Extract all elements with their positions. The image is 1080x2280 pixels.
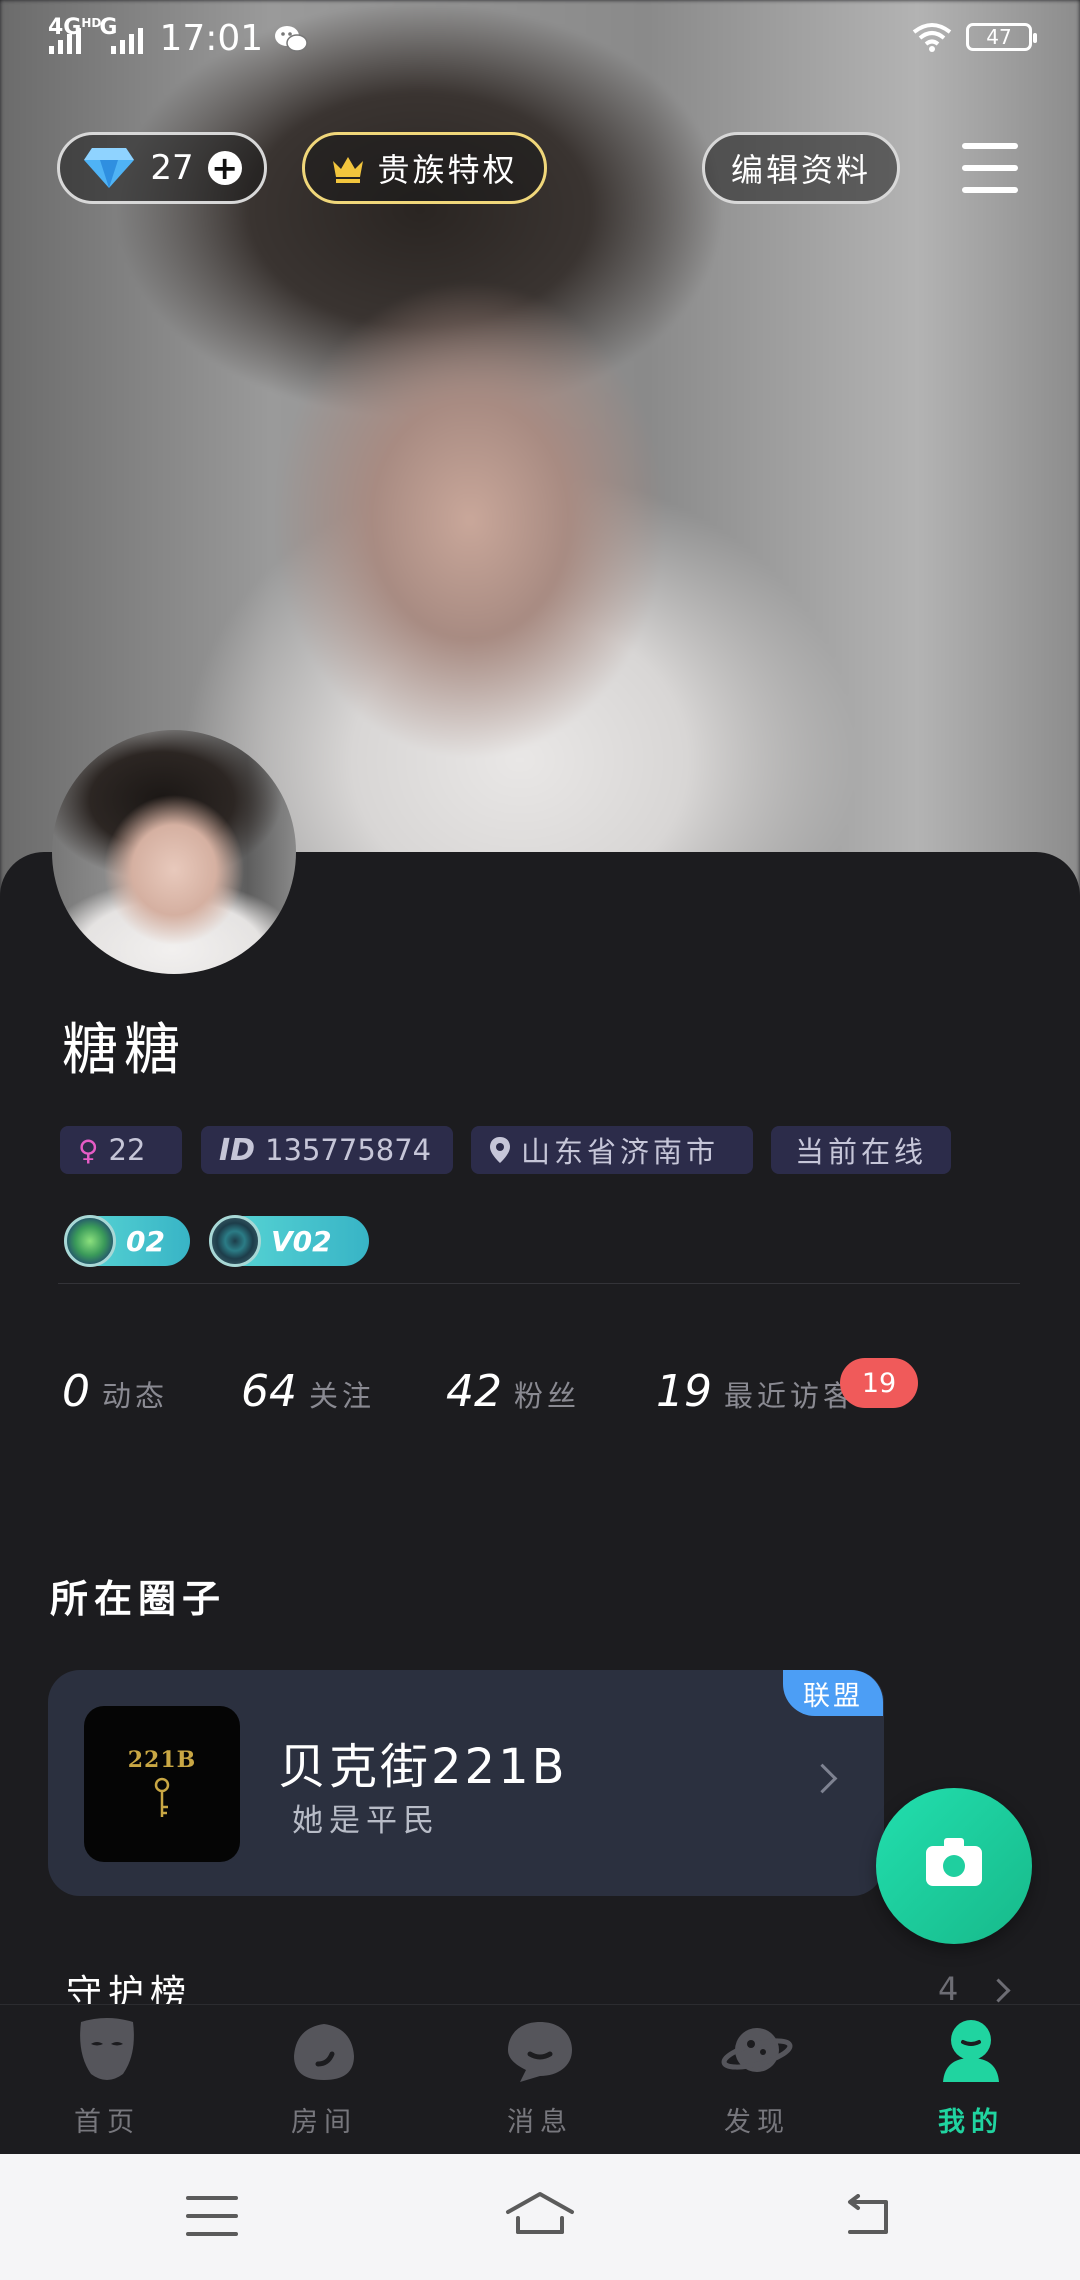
- vip-badge[interactable]: V02: [209, 1215, 369, 1267]
- online-status: 当前在线: [794, 1135, 927, 1169]
- profile-icon: [943, 2020, 999, 2082]
- network-hd: HD: [81, 15, 102, 30]
- circle-logo-text: 221B: [127, 1747, 197, 1773]
- planet-icon: [721, 2028, 793, 2072]
- stat-number: 0: [62, 1366, 90, 1417]
- message-icon: [508, 2022, 572, 2082]
- wifi-icon: [912, 23, 952, 52]
- stat-posts[interactable]: 0 动态: [62, 1366, 168, 1417]
- room-icon: [294, 2024, 354, 2080]
- location-value: 山东省济南市: [521, 1135, 720, 1169]
- vip-medal-icon: [209, 1215, 261, 1267]
- stat-label: 最近访客: [724, 1379, 857, 1413]
- tab-label: 房间: [291, 2107, 357, 2138]
- tab-label: 首页: [74, 2107, 140, 2138]
- alliance-tag: 联盟: [783, 1670, 883, 1716]
- battery-level: 47: [986, 25, 1012, 49]
- online-status-tag: 当前在线: [771, 1126, 951, 1174]
- location-tag: 山东省济南市: [471, 1126, 753, 1174]
- stat-number: 42: [446, 1366, 502, 1417]
- stat-label: 粉丝: [514, 1379, 581, 1413]
- guard-count: 4: [938, 1970, 959, 2008]
- diamond-balance-button[interactable]: 27 +: [57, 132, 267, 204]
- diamond-count: 27: [150, 148, 194, 188]
- mask-icon: [80, 2018, 134, 2080]
- female-icon: ♀: [78, 1133, 99, 1167]
- recent-apps-icon[interactable]: [186, 2196, 238, 2236]
- hamburger-menu-icon[interactable]: [962, 143, 1018, 193]
- stat-visitors[interactable]: 19 最近访客: [656, 1366, 856, 1417]
- vip-badge-value: V02: [271, 1224, 332, 1258]
- stat-followers[interactable]: 42 粉丝: [446, 1366, 580, 1417]
- network-type-2: G: [99, 14, 118, 40]
- location-pin-icon: [490, 1137, 510, 1163]
- signal-icon: 4G HD: [48, 15, 101, 54]
- wechat-icon: [275, 25, 308, 52]
- circle-role: 她是平民: [292, 1803, 440, 1839]
- avatar[interactable]: [52, 730, 296, 974]
- battery-icon: 47: [966, 23, 1037, 51]
- username: 糖糖: [62, 1018, 186, 1083]
- camera-icon: [926, 1838, 982, 1886]
- noble-privilege-button[interactable]: 贵族特权: [302, 132, 547, 204]
- circle-logo: 221B: [84, 1706, 240, 1862]
- tab-room[interactable]: 房间: [259, 2014, 389, 2139]
- noble-label: 贵族特权: [377, 151, 518, 189]
- level-badge-value: 02: [126, 1224, 165, 1258]
- circle-name: 贝克街221B: [278, 1739, 568, 1795]
- edit-label: 编辑资料: [730, 151, 871, 189]
- divider: [58, 1283, 1020, 1284]
- stat-label: 动态: [102, 1379, 169, 1413]
- tab-discover[interactable]: 发现: [692, 2014, 822, 2139]
- status-bar: 4G HD G 17:01 47: [0, 0, 1080, 80]
- section-title-circle: 所在圈子: [50, 1577, 227, 1621]
- age-tag: ♀ 22: [60, 1126, 182, 1174]
- add-diamond-icon[interactable]: +: [207, 151, 242, 185]
- clock: 17:01: [159, 18, 264, 59]
- age-value: 22: [108, 1133, 146, 1167]
- level-badge[interactable]: 02: [64, 1215, 190, 1267]
- id-icon: ID: [219, 1132, 256, 1168]
- id-tag[interactable]: ID 135775874: [201, 1126, 453, 1174]
- stat-following[interactable]: 64 关注: [241, 1366, 375, 1417]
- tab-home[interactable]: 首页: [42, 2014, 172, 2139]
- tab-label: 消息: [507, 2107, 573, 2138]
- camera-button[interactable]: [876, 1788, 1032, 1944]
- key-icon: [154, 1777, 170, 1817]
- id-value: 135775874: [265, 1133, 432, 1167]
- stat-label: 关注: [309, 1379, 376, 1413]
- stat-number: 19: [656, 1366, 712, 1417]
- tab-messages[interactable]: 消息: [475, 2014, 605, 2139]
- tab-mine[interactable]: 我的: [906, 2014, 1036, 2139]
- visitor-count-badge: 19: [840, 1358, 918, 1408]
- stat-number: 64: [241, 1366, 297, 1417]
- crown-icon: [333, 157, 364, 183]
- tab-label: 发现: [724, 2107, 790, 2138]
- network-type: 4G: [48, 14, 82, 40]
- diamond-icon: [84, 148, 135, 188]
- tab-label: 我的: [938, 2107, 1004, 2138]
- back-icon[interactable]: [842, 2194, 894, 2238]
- edit-profile-button[interactable]: 编辑资料: [702, 132, 900, 204]
- home-icon[interactable]: [504, 2190, 576, 2236]
- signal2-icon: G: [99, 15, 144, 54]
- level-medal-icon: [64, 1215, 116, 1267]
